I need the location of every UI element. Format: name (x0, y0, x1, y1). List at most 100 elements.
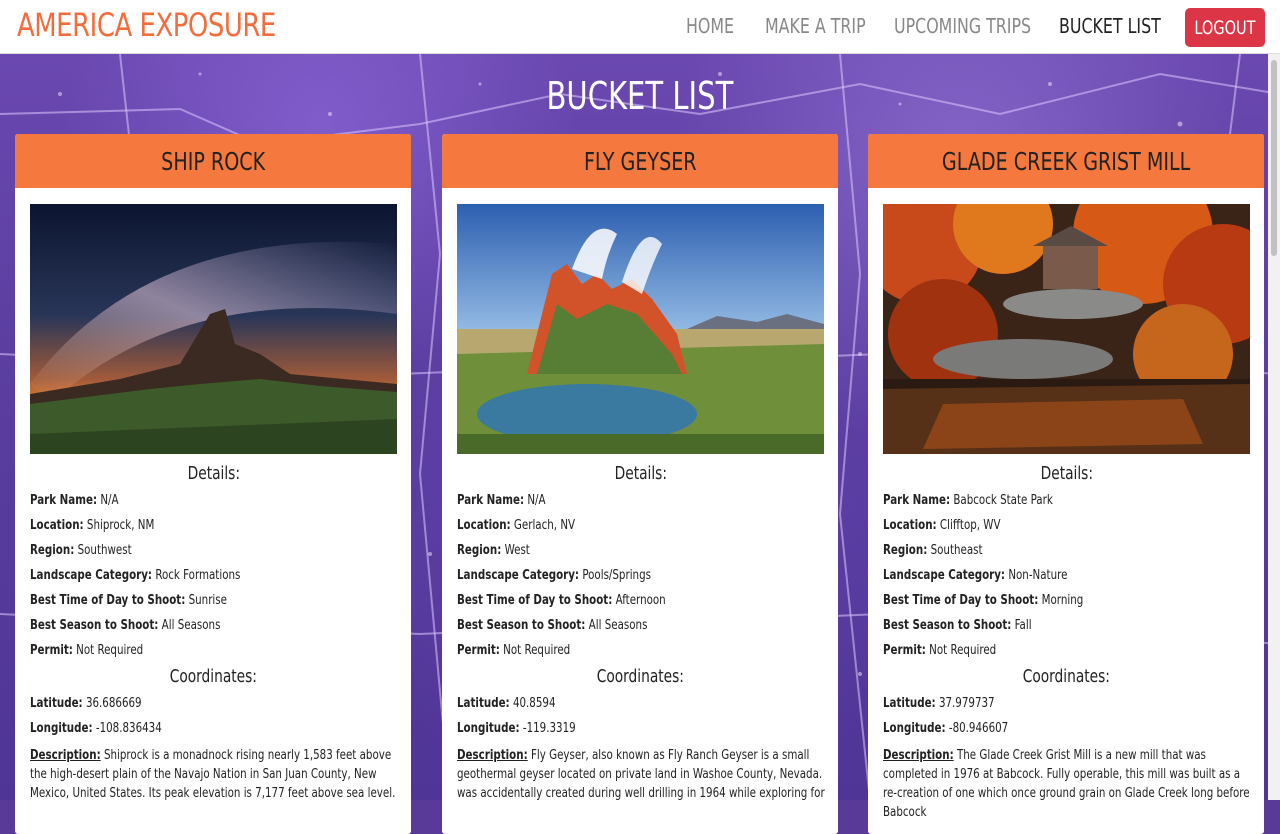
detail-landscape: Landscape Category: Pools/Springs (457, 563, 824, 588)
card-details: Details: Park Name: N/A Location: Gerlac… (457, 460, 825, 803)
coordinates-heading: Coordinates: (883, 663, 1250, 691)
detail-location: Location: Clifftop, WV (883, 513, 1250, 538)
detail-label: Longitude: (457, 721, 520, 736)
detail-value: Not Required (929, 643, 997, 658)
brand-logo[interactable]: AMERICA EXPOSURE (17, 6, 276, 44)
bucket-card-fly-geyser: FLY GEYSER Details: Park Name: N/A Locat… (442, 134, 838, 834)
detail-value: 40.8594 (512, 696, 556, 711)
nav-make-a-trip[interactable]: MAKE A TRIP (765, 14, 866, 38)
detail-permit: Permit: Not Required (883, 638, 1250, 663)
nav-bucket-list[interactable]: BUCKET LIST (1059, 14, 1161, 38)
coordinates-heading: Coordinates: (30, 663, 397, 691)
detail-label: Best Time of Day to Shoot: (30, 593, 186, 608)
detail-value: -119.3319 (522, 721, 576, 736)
detail-permit: Permit: Not Required (457, 638, 824, 663)
detail-value: Non-Nature (1008, 568, 1068, 583)
detail-value: Pools/Springs (582, 568, 651, 583)
detail-value: West (504, 543, 530, 558)
details-heading-text: Details: (614, 463, 667, 484)
card-description: Description: Fly Geyser, also known as F… (457, 746, 825, 803)
detail-time-of-day: Best Time of Day to Shoot: Afternoon (457, 588, 824, 613)
detail-label: Latitude: (30, 696, 83, 711)
card-image-fly-geyser (457, 204, 824, 454)
detail-value: 37.979737 (938, 696, 995, 711)
detail-region: Region: Southeast (883, 538, 1250, 563)
detail-label: Best Time of Day to Shoot: (457, 593, 613, 608)
coordinates-heading-text: Coordinates: (1022, 666, 1111, 687)
detail-value: -80.946607 (948, 721, 1009, 736)
description-label: Description: (30, 748, 101, 763)
detail-label: Landscape Category: (457, 568, 580, 583)
bucket-card-ship-rock: SHIP ROCK Details: Park Name: N/A Locati… (15, 134, 411, 834)
card-title: SHIP ROCK (15, 134, 411, 188)
detail-label: Best Season to Shoot: (457, 618, 586, 633)
page-title-text: BUCKET LIST (546, 74, 734, 118)
coordinates-heading: Coordinates: (457, 663, 824, 691)
coord-longitude: Longitude: -119.3319 (457, 716, 824, 741)
detail-label: Landscape Category: (30, 568, 153, 583)
card-title-text: SHIP ROCK (161, 146, 265, 176)
logout-button[interactable]: LOGOUT (1185, 8, 1265, 47)
detail-label: Location: (30, 518, 84, 533)
detail-value: Shiprock, NM (86, 518, 155, 533)
page-scrollbar[interactable] (1268, 54, 1280, 800)
coordinates-heading-text: Coordinates: (596, 666, 685, 687)
coord-latitude: Latitude: 37.979737 (883, 691, 1250, 716)
detail-value: Fall (1014, 618, 1032, 633)
detail-label: Longitude: (30, 721, 93, 736)
detail-season: Best Season to Shoot: All Seasons (457, 613, 824, 638)
detail-value: All Seasons (161, 618, 221, 633)
detail-value: Sunrise (188, 593, 227, 608)
detail-landscape: Landscape Category: Rock Formations (30, 563, 397, 588)
detail-value: Southeast (930, 543, 983, 558)
detail-label: Latitude: (883, 696, 936, 711)
detail-value: Afternoon (615, 593, 666, 608)
detail-location: Location: Shiprock, NM (30, 513, 397, 538)
detail-park-name: Park Name: N/A (30, 488, 397, 513)
detail-region: Region: Southwest (30, 538, 397, 563)
detail-value: Not Required (503, 643, 571, 658)
detail-value: 36.686669 (85, 696, 142, 711)
card-title: FLY GEYSER (442, 134, 838, 188)
detail-park-name: Park Name: Babcock State Park (883, 488, 1250, 513)
details-heading: Details: (883, 460, 1250, 488)
detail-value: All Seasons (588, 618, 648, 633)
card-title-text: GLADE CREEK GRIST MILL (941, 146, 1191, 176)
detail-value: N/A (527, 493, 546, 508)
detail-park-name: Park Name: N/A (457, 488, 824, 513)
detail-label: Best Season to Shoot: (883, 618, 1012, 633)
logout-label: LOGOUT (1194, 16, 1256, 39)
detail-label: Park Name: (457, 493, 525, 508)
coord-latitude: Latitude: 36.686669 (30, 691, 397, 716)
detail-value: Clifftop, WV (939, 518, 1001, 533)
detail-value: Not Required (76, 643, 144, 658)
card-image-glade-creek-grist-mill (883, 204, 1250, 454)
description-label: Description: (457, 748, 528, 763)
detail-label: Region: (30, 543, 75, 558)
detail-label: Best Season to Shoot: (30, 618, 159, 633)
card-image-ship-rock (30, 204, 397, 454)
nav-upcoming-trips[interactable]: UPCOMING TRIPS (894, 14, 1031, 38)
detail-label: Region: (883, 543, 928, 558)
description-label: Description: (883, 748, 954, 763)
card-description: Description: Shiprock is a monadnock ris… (30, 746, 398, 803)
detail-season: Best Season to Shoot: All Seasons (30, 613, 397, 638)
coordinates-heading-text: Coordinates: (169, 666, 258, 687)
detail-label: Location: (457, 518, 511, 533)
detail-label: Longitude: (883, 721, 946, 736)
nav-home[interactable]: HOME (686, 14, 734, 38)
detail-label: Landscape Category: (883, 568, 1006, 583)
detail-label: Park Name: (30, 493, 98, 508)
card-details: Details: Park Name: Babcock State Park L… (883, 460, 1250, 822)
scrollbar-thumb[interactable] (1271, 60, 1277, 256)
card-description: Description: The Glade Creek Grist Mill … (883, 746, 1251, 822)
coord-longitude: Longitude: -108.836434 (30, 716, 397, 741)
detail-label: Permit: (883, 643, 926, 658)
detail-label: Permit: (457, 643, 500, 658)
card-title: GLADE CREEK GRIST MILL (868, 134, 1264, 188)
detail-value: Gerlach, NV (513, 518, 576, 533)
detail-value: Babcock State Park (953, 493, 1053, 508)
page-title: BUCKET LIST (0, 74, 1280, 118)
detail-label: Permit: (30, 643, 73, 658)
detail-value: Rock Formations (155, 568, 241, 583)
